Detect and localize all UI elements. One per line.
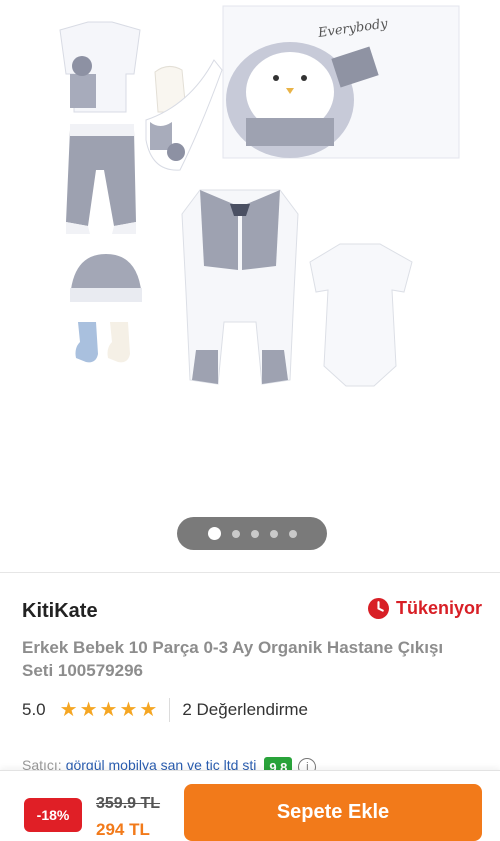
product-title: Erkek Bebek 10 Parça 0-3 Ay Organik Hast… [22, 638, 444, 680]
seller-name-link[interactable]: görgül mobilya san ve tic ltd şti [66, 752, 257, 770]
stock-status-badge: Tükeniyor [367, 598, 482, 619]
rating-separator [169, 698, 171, 722]
bottom-purchase-bar: -18% 359.9 TL 294 TL Sepete Ekle [0, 770, 500, 841]
gallery-pagination[interactable] [177, 517, 327, 550]
add-to-cart-button[interactable]: Sepete Ekle [184, 784, 482, 841]
pagination-dot-4[interactable] [269, 529, 278, 538]
seller-score-badge: 9.8 [264, 757, 293, 770]
star-icon: ★ [99, 699, 118, 721]
seller-label: Satıcı: [22, 757, 62, 770]
star-icon: ★ [79, 699, 98, 721]
review-count-link[interactable]: 2 Değerlendirme [182, 700, 308, 720]
brand-name[interactable]: KitiKate [22, 600, 98, 623]
star-icon: ★ [59, 699, 78, 721]
pagination-dot-2[interactable] [231, 529, 240, 538]
pagination-dot-5[interactable] [288, 529, 297, 538]
rating-stars: ★ ★ ★ ★ ★ [60, 700, 158, 720]
pagination-dot-3[interactable] [250, 529, 259, 538]
seller-row: Satıcı: görgül mobilya san ve tic ltd şt… [22, 752, 492, 770]
star-icon: ★ [119, 699, 138, 721]
star-icon: ★ [139, 699, 158, 721]
info-icon[interactable]: i [298, 758, 317, 770]
product-image-gallery[interactable]: Everybody [0, 0, 500, 572]
section-divider [0, 572, 500, 573]
pagination-dot-1[interactable] [207, 527, 221, 540]
clock-icon [367, 598, 389, 619]
rating-score: 5.0 [22, 700, 46, 719]
rating-row[interactable]: 5.0 ★ ★ ★ ★ ★ 2 Değerlendirme [22, 698, 308, 722]
product-image: Everybody [59, 5, 460, 387]
stock-status-text: Tükeniyor [395, 598, 482, 618]
old-price: 359.9 TL [96, 795, 161, 812]
current-price: 294 TL [96, 820, 150, 839]
discount-badge: -18% [24, 798, 82, 832]
